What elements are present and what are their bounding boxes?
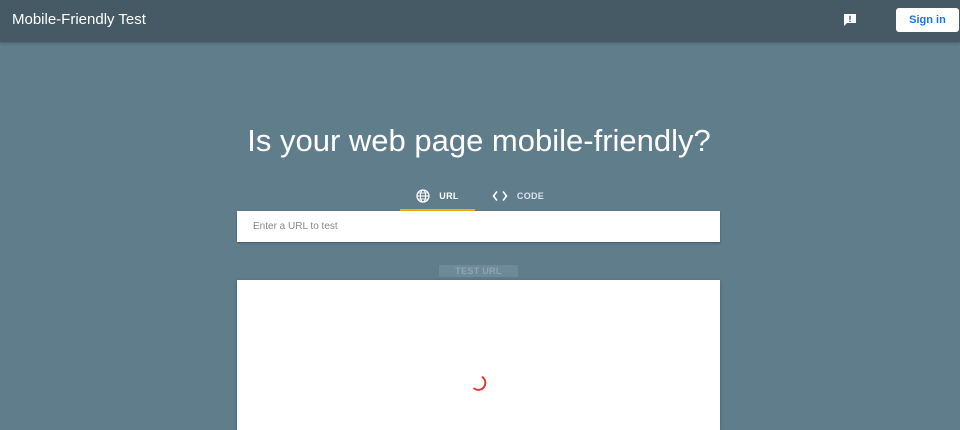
page-headline: Is your web page mobile-friendly? xyxy=(247,123,711,158)
tab-url-label: URL xyxy=(439,191,459,201)
sign-in-button[interactable]: Sign in xyxy=(896,8,959,32)
test-url-button[interactable]: TEST URL xyxy=(439,265,518,277)
tab-code[interactable]: CODE xyxy=(488,183,548,209)
results-panel xyxy=(237,280,720,430)
feedback-icon xyxy=(844,14,856,26)
spinner-icon xyxy=(473,376,487,391)
tab-url[interactable]: URL xyxy=(400,183,475,212)
feedback-button[interactable] xyxy=(840,10,860,30)
code-icon xyxy=(492,191,508,201)
top-app-bar: Mobile-Friendly Test Sign in xyxy=(0,0,960,42)
tab-code-label: CODE xyxy=(516,191,545,201)
app-title: Mobile-Friendly Test xyxy=(12,11,146,28)
url-input[interactable] xyxy=(237,211,720,242)
globe-icon xyxy=(416,189,430,203)
